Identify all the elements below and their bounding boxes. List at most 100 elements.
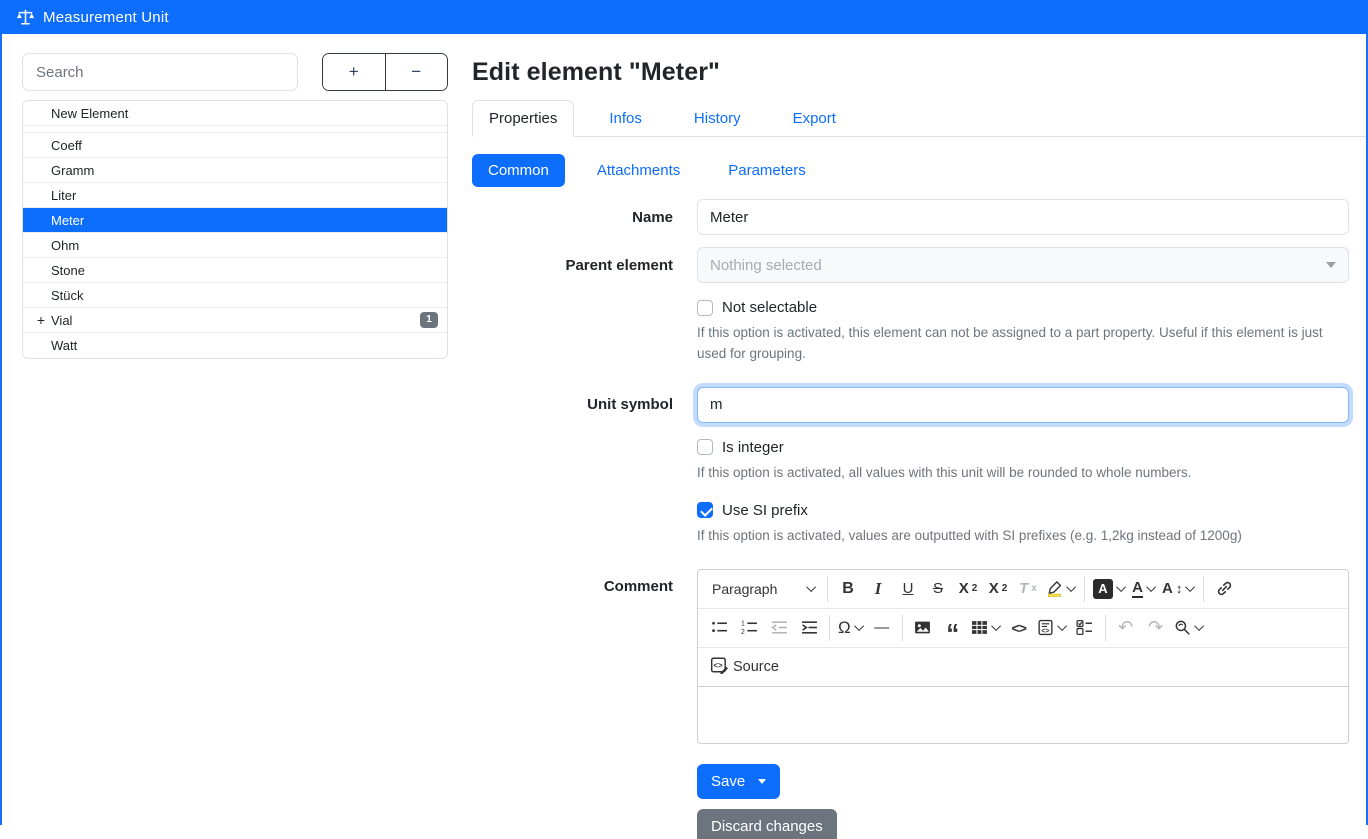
link-icon xyxy=(1216,580,1233,597)
inline-code-button[interactable]: <> xyxy=(1004,613,1034,643)
tree-item-ohm[interactable]: Ohm xyxy=(23,233,447,258)
main-panel: Edit element "Meter" Properties Infos Hi… xyxy=(448,34,1366,825)
chevron-down-icon xyxy=(991,621,1001,631)
not-selectable-label: Not selectable xyxy=(722,299,817,316)
is-integer-help: If this option is activated, all values … xyxy=(697,463,1349,484)
tree-item-watt[interactable]: Watt xyxy=(23,333,447,358)
parent-element-label: Parent element xyxy=(472,257,673,274)
app-title: Measurement Unit xyxy=(43,9,169,26)
tab-export[interactable]: Export xyxy=(776,100,853,137)
source-edit-icon: <> xyxy=(710,656,728,678)
tree-item-stone[interactable]: Stone xyxy=(23,258,447,283)
table-icon xyxy=(971,619,988,636)
tree-item-stueck[interactable]: Stück xyxy=(23,283,447,308)
code-block-button[interactable]: <> xyxy=(1034,613,1070,643)
comment-content-area[interactable] xyxy=(698,686,1348,743)
tree-toolbar: + − xyxy=(322,53,448,91)
todo-list-icon xyxy=(1076,619,1093,636)
expand-all-button[interactable]: + xyxy=(323,54,386,90)
expand-icon[interactable]: + xyxy=(34,312,48,328)
tree-item-vial[interactable]: + Vial 1 xyxy=(23,308,447,333)
page-body: + − New Element Coeff Gramm Liter Meter … xyxy=(0,34,1368,825)
tab-history[interactable]: History xyxy=(677,100,758,137)
collapse-all-button[interactable]: − xyxy=(386,54,448,90)
indent-icon xyxy=(801,619,818,636)
italic-button[interactable]: I xyxy=(863,574,893,604)
chevron-down-icon xyxy=(1057,621,1067,631)
todo-list-button[interactable] xyxy=(1070,613,1100,643)
undo-button[interactable]: ↶ xyxy=(1111,613,1141,643)
find-replace-icon xyxy=(1174,619,1191,636)
special-characters-button[interactable]: Ω xyxy=(835,613,867,643)
bulleted-list-button[interactable] xyxy=(704,613,734,643)
outdent-button[interactable] xyxy=(764,613,794,643)
name-input[interactable] xyxy=(697,199,1349,235)
subtab-attachments[interactable]: Attachments xyxy=(581,154,696,187)
save-button[interactable]: Save xyxy=(697,764,780,799)
horizontal-line-button[interactable]: — xyxy=(867,613,897,643)
heading-dropdown[interactable]: Paragraph xyxy=(704,574,822,604)
parent-element-select[interactable]: Nothing selected xyxy=(697,247,1349,283)
tree-item-liter[interactable]: Liter xyxy=(23,183,447,208)
unit-symbol-input[interactable] xyxy=(697,387,1349,423)
remove-format-button[interactable]: Tx xyxy=(1013,574,1043,604)
search-input[interactable] xyxy=(22,53,298,91)
subtab-common[interactable]: Common xyxy=(472,154,565,187)
use-si-prefix-help: If this option is activated, values are … xyxy=(697,526,1349,547)
subtab-parameters[interactable]: Parameters xyxy=(712,154,822,187)
is-integer-checkbox[interactable] xyxy=(697,439,713,455)
find-replace-button[interactable] xyxy=(1171,613,1207,643)
not-selectable-checkbox[interactable] xyxy=(697,300,713,316)
tree-item-new-element[interactable]: New Element xyxy=(23,101,447,126)
svg-text:1: 1 xyxy=(741,621,745,628)
insert-image-button[interactable] xyxy=(908,613,938,643)
tab-bar: Properties Infos History Export xyxy=(472,100,1366,137)
discard-changes-button[interactable]: Discard changes xyxy=(697,809,837,839)
unit-symbol-label: Unit symbol xyxy=(472,396,673,413)
strikethrough-button[interactable]: S xyxy=(923,574,953,604)
tree-item-gramm[interactable]: Gramm xyxy=(23,158,447,183)
tree-separator xyxy=(23,126,447,133)
blockquote-button[interactable]: “ xyxy=(938,613,968,643)
underline-button[interactable]: U xyxy=(893,574,923,604)
bold-button[interactable]: B xyxy=(833,574,863,604)
page-title: Edit element "Meter" xyxy=(472,58,1366,87)
top-navbar: Measurement Unit xyxy=(0,0,1368,34)
tree-item-meter-selected[interactable]: Meter xyxy=(23,208,447,233)
svg-text:<>: <> xyxy=(713,661,723,670)
chevron-down-icon xyxy=(1185,582,1195,592)
font-size-button[interactable]: A↕ xyxy=(1159,574,1198,604)
tab-infos[interactable]: Infos xyxy=(592,100,659,137)
insert-table-button[interactable] xyxy=(968,613,1004,643)
tree-item-coeff[interactable]: Coeff xyxy=(23,133,447,158)
redo-button[interactable]: ↷ xyxy=(1141,613,1171,643)
link-button[interactable] xyxy=(1209,574,1239,604)
superscript-button[interactable]: X2 xyxy=(983,574,1013,604)
indent-button[interactable] xyxy=(794,613,824,643)
child-count-badge: 1 xyxy=(420,312,438,328)
element-tree: New Element Coeff Gramm Liter Meter Ohm … xyxy=(22,100,448,359)
comment-editor: Paragraph B I U S X2 X2 xyxy=(697,569,1349,744)
chevron-down-icon xyxy=(806,582,816,592)
chevron-down-icon xyxy=(1066,582,1076,592)
image-icon xyxy=(914,619,931,636)
highlight-button[interactable] xyxy=(1043,574,1079,604)
not-selectable-help: If this option is activated, this elemen… xyxy=(697,323,1349,365)
save-dropdown-caret-icon[interactable] xyxy=(758,779,766,784)
font-background-button[interactable]: A xyxy=(1090,574,1129,604)
edit-form: Name Parent element Nothing selected Not… xyxy=(472,199,1366,839)
subscript-button[interactable]: X2 xyxy=(953,574,983,604)
form-actions: Save Discard changes xyxy=(697,764,1349,839)
numbered-list-icon: 1 2 xyxy=(741,619,758,636)
numbered-list-button[interactable]: 1 2 xyxy=(734,613,764,643)
chevron-down-icon xyxy=(1194,621,1204,631)
editor-toolbar-row-2: 1 2 xyxy=(698,609,1348,648)
use-si-prefix-checkbox[interactable] xyxy=(697,502,713,518)
source-button[interactable]: <> Source xyxy=(704,652,785,682)
tab-properties[interactable]: Properties xyxy=(472,100,574,137)
font-color-button[interactable]: A xyxy=(1129,574,1159,604)
svg-text:<>: <> xyxy=(1041,628,1049,635)
editor-toolbar-row-3: <> Source xyxy=(698,648,1348,687)
sub-tab-bar: Common Attachments Parameters xyxy=(472,154,1366,187)
code-block-icon: <> xyxy=(1037,619,1054,636)
